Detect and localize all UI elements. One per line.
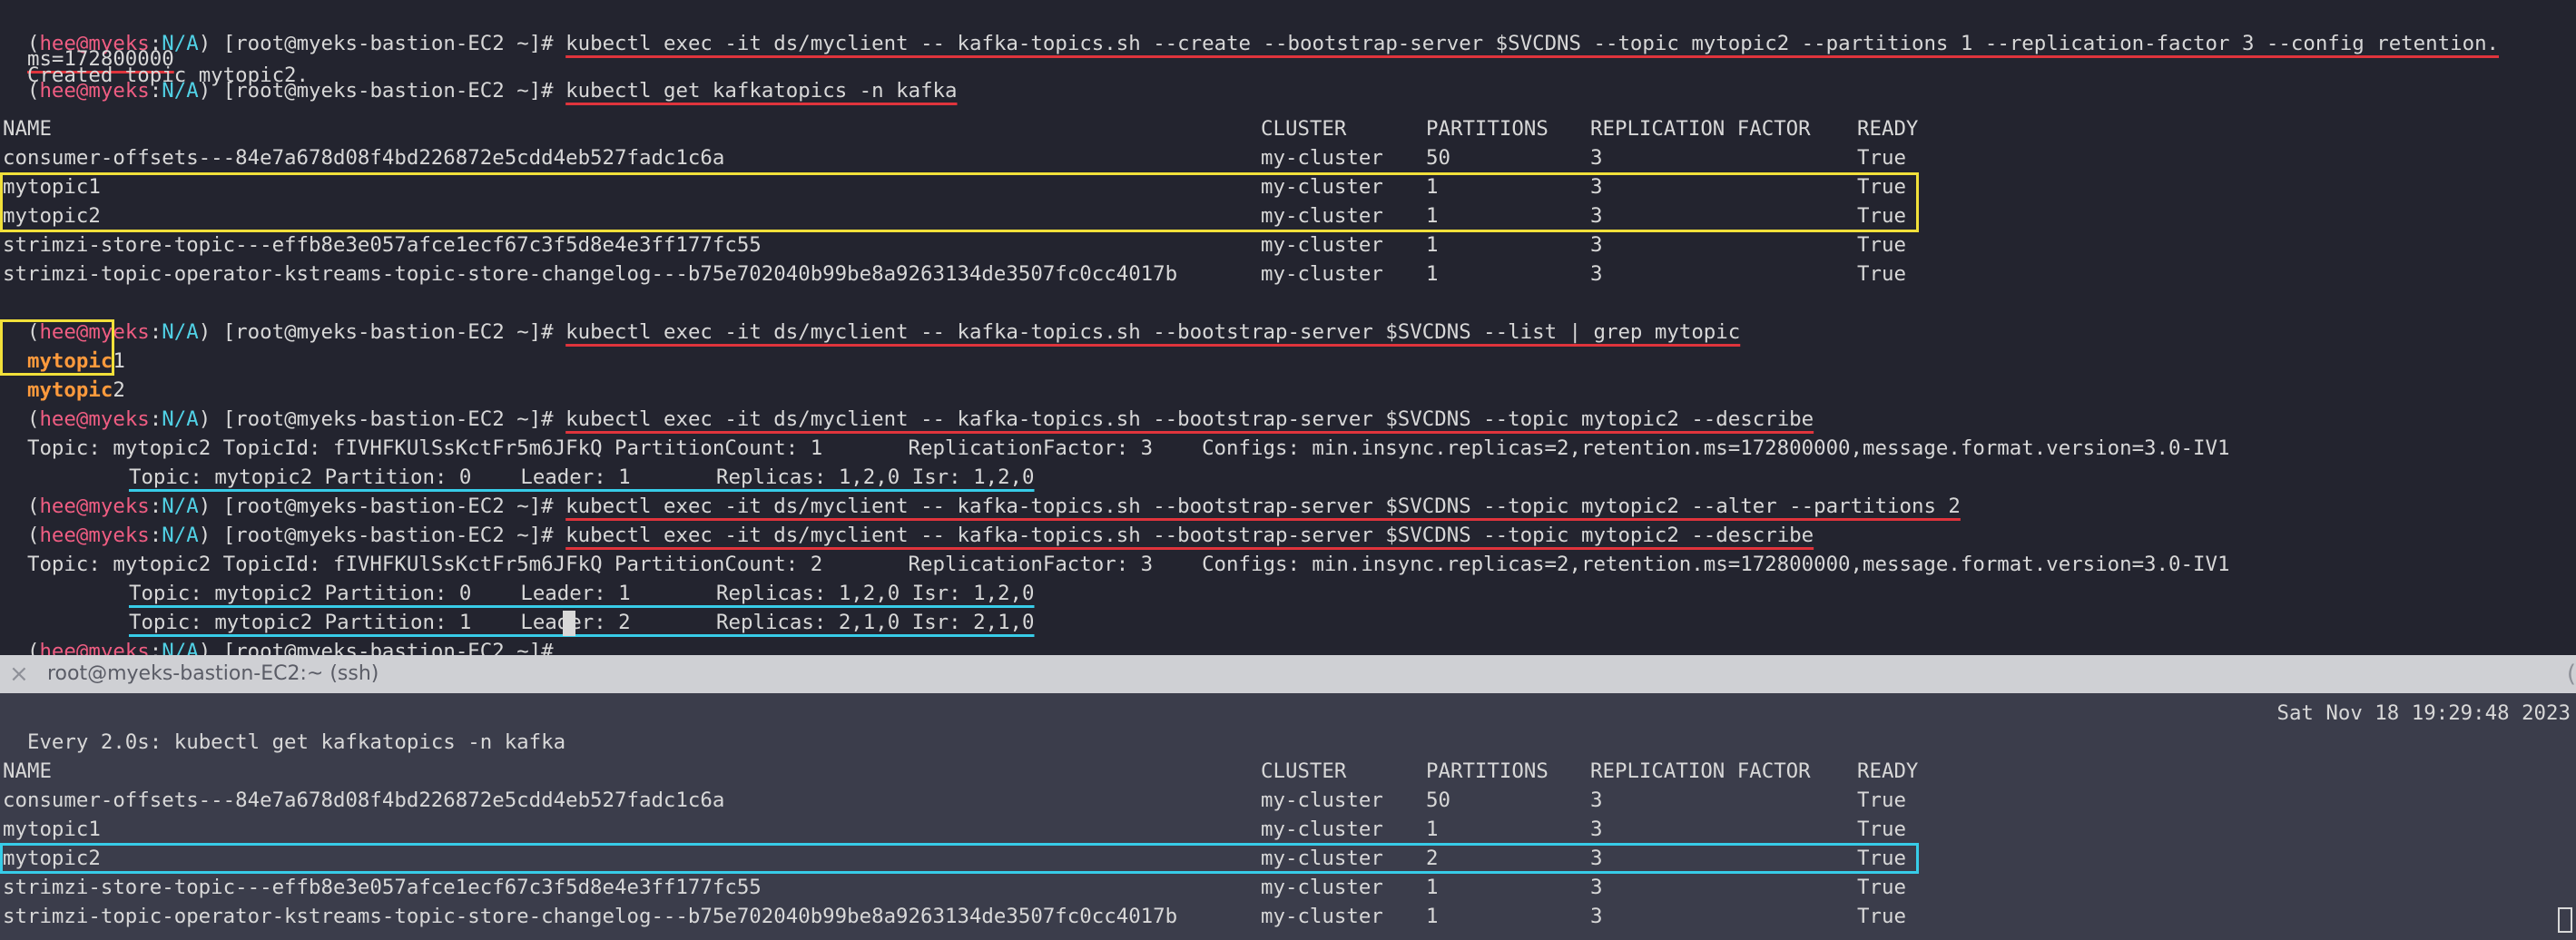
cell-cluster: my-cluster (1261, 146, 1383, 170)
prompt-user: hee@myeks (39, 79, 150, 103)
prompt-host: [root@myeks-bastion-EC2 ~]# (222, 320, 566, 344)
cell-partitions: 1 (1426, 876, 1439, 899)
cell-ready: True (1857, 788, 1906, 812)
terminal-line: (hee@myeks:N/A) [root@myeks-bastion-EC2 … (26, 640, 566, 663)
watch-header: Every 2.0s: kubectl get kafkatopics -n k… (3, 699, 565, 754)
terminal-line: (hee@myeks:N/A) [root@myeks-bastion-EC2 … (26, 320, 1741, 344)
table-header-partitions: PARTITIONS (1426, 759, 1549, 783)
describe-partition-line: Topic: mytopic2 Partition: 1 Leader: 2 R… (104, 579, 1035, 634)
cell-ready: True (1857, 818, 1906, 841)
cell-ready: True (1857, 146, 1906, 170)
pane-title-bar[interactable]: × root@myeks-bastion-EC2:~ (ssh) ( (0, 655, 2576, 693)
table-header-name: NAME (3, 759, 52, 783)
cell-ready: True (1857, 262, 1906, 286)
highlight-box-mytopics (0, 172, 1919, 232)
watch-timestamp: Sat Nov 18 19:29:48 2023 (2276, 701, 2571, 725)
prompt-namespace: N/A (162, 320, 199, 344)
cell-replication: 3 (1590, 818, 1603, 841)
cell-partitions: 1 (1426, 905, 1439, 928)
cell-ready: True (1857, 876, 1906, 899)
terminal-cursor[interactable] (563, 611, 575, 636)
describe-output-line: Topic: mytopic2 TopicId: fIVHFKUlSsKctFr… (3, 521, 2229, 576)
command-list-grep: kubectl exec -it ds/myclient -- kafka-to… (565, 320, 1741, 344)
command-get-kafkatopics: kubectl get kafkatopics -n kafka (565, 79, 958, 103)
cell-cluster: my-cluster (1261, 262, 1383, 286)
describe-output-line: Topic: mytopic2 TopicId: fIVHFKUlSsKctFr… (3, 405, 2229, 460)
highlight-box-mytopic2 (0, 843, 1919, 874)
table-header-cluster: CLUSTER (1261, 759, 1347, 783)
cell-replication: 3 (1590, 233, 1603, 257)
terminal-cursor-bottom[interactable] (2558, 907, 2572, 933)
table-header-replication: REPLICATION FACTOR (1590, 117, 1811, 141)
describe-partition-line: Topic: mytopic2 Partition: 0 Leader: 1 R… (104, 434, 1035, 489)
cell-cluster: my-cluster (1261, 905, 1383, 928)
cell-cluster: my-cluster (1261, 788, 1383, 812)
terminal-line: (hee@myeks:N/A) [root@myeks-bastion-EC2 … (26, 407, 1814, 431)
cell-partitions: 1 (1426, 262, 1439, 286)
table-header-replication: REPLICATION FACTOR (1590, 759, 1811, 783)
cell-name: consumer-offsets---84e7a678d08f4bd226872… (3, 788, 725, 812)
terminal-line: (hee@myeks:N/A) [root@myeks-bastion-EC2 … (26, 32, 2500, 55)
cell-name: strimzi-topic-operator-kstreams-topic-st… (3, 262, 1178, 286)
table-header-name: NAME (3, 117, 52, 141)
cell-name: consumer-offsets---84e7a678d08f4bd226872… (3, 146, 725, 170)
cell-cluster: my-cluster (1261, 818, 1383, 841)
cell-name: mytopic1 (3, 818, 101, 841)
watch-command: Every 2.0s: kubectl get kafkatopics -n k… (26, 730, 566, 754)
table-header-partitions: PARTITIONS (1426, 117, 1549, 141)
prompt-namespace: N/A (162, 79, 199, 103)
pane-title: root@myeks-bastion-EC2:~ (ssh) (47, 662, 379, 685)
cell-replication: 3 (1590, 146, 1603, 170)
cell-replication: 3 (1590, 905, 1603, 928)
table-header-cluster: CLUSTER (1261, 117, 1347, 141)
pane-edge-glyph: ( (2566, 661, 2576, 688)
cell-replication: 3 (1590, 262, 1603, 286)
cell-partitions: 50 (1426, 146, 1450, 170)
highlight-box-grep (0, 319, 114, 376)
cell-ready: True (1857, 233, 1906, 257)
terminal-line: (hee@myeks:N/A) [root@myeks-bastion-EC2 … (26, 79, 958, 103)
terminal-line: (hee@myeks:N/A) [root@myeks-bastion-EC2 … (26, 494, 1961, 518)
cell-name: strimzi-store-topic---effb8e3e057afce1ec… (3, 876, 762, 899)
cell-replication: 3 (1590, 788, 1603, 812)
cell-cluster: my-cluster (1261, 876, 1383, 899)
cell-partitions: 1 (1426, 233, 1439, 257)
cell-cluster: my-cluster (1261, 233, 1383, 257)
cell-partitions: 1 (1426, 818, 1439, 841)
describe-partition-line: Topic: mytopic2 Partition: 0 Leader: 1 R… (104, 550, 1035, 605)
cell-name: strimzi-topic-operator-kstreams-topic-st… (3, 905, 1178, 928)
close-icon[interactable]: × (9, 661, 33, 688)
cell-ready: True (1857, 905, 1906, 928)
cell-name: strimzi-store-topic---effb8e3e057afce1ec… (3, 233, 762, 257)
cell-replication: 3 (1590, 876, 1603, 899)
prompt-host: [root@myeks-bastion-EC2 ~]# (222, 79, 566, 103)
table-header-ready: READY (1857, 117, 1919, 141)
terminal-line: (hee@myeks:N/A) [root@myeks-bastion-EC2 … (26, 524, 1814, 547)
table-header-ready: READY (1857, 759, 1919, 783)
cell-partitions: 50 (1426, 788, 1450, 812)
